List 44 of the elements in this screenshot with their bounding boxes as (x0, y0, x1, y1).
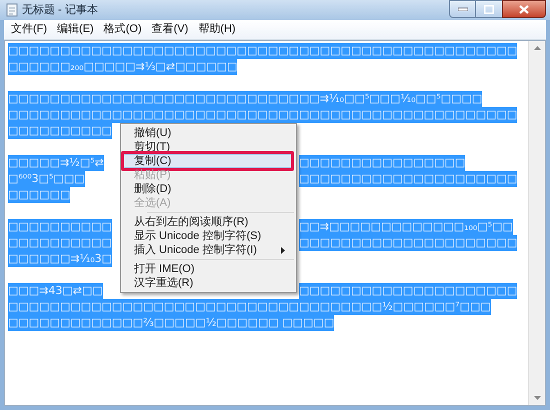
menu-item[interactable]: 显示 Unicode 控制字符(S) (123, 229, 294, 243)
menu-item[interactable]: 删除(D) (123, 182, 294, 196)
selected-text: □□□□□⇉½□⁵⇄ (8, 155, 104, 171)
submenu-arrow-icon (281, 246, 285, 254)
minimize-icon (458, 7, 468, 11)
minimize-button[interactable] (449, 0, 476, 18)
selected-text: □□□□□□ (8, 187, 70, 203)
scroll-up-icon[interactable] (534, 46, 540, 50)
menu-bar-item[interactable]: 帮助(H) (193, 21, 241, 38)
menu-item[interactable]: 汉字重选(R) (123, 276, 294, 290)
selected-text: □□□□□□□□□□□□□□□□□□□□□ (299, 235, 518, 251)
close-button[interactable] (502, 0, 546, 18)
scrollbar[interactable] (528, 41, 545, 405)
selected-text: □□□□□□□□□□□□□□□□ (299, 155, 466, 171)
menu-bar-item[interactable]: 格式(O) (98, 21, 147, 38)
selected-text: □□□□□□□□□□ (8, 219, 112, 235)
selected-text: □⁶⁰⁰3□⁵□□□ (8, 171, 85, 187)
selected-text: □□□□□□□□□□□□□□□□□□□□□ (299, 283, 518, 299)
menu-bar-item[interactable]: 编辑(E) (52, 21, 99, 38)
window-title: 无标题 - 记事本 (22, 2, 98, 18)
selected-text: □□□□□□□□□□ (8, 123, 112, 139)
menu-bar-item[interactable]: 文件(F) (6, 21, 52, 38)
menu-bar-item[interactable]: 查看(V) (146, 21, 194, 38)
menu-item[interactable]: 从右到左的阅读顺序(R) (123, 215, 294, 229)
selected-text: □□□□□□□□□□□□□□□□□□□□□□□□□□□□□□□□□□□□□□□□□□□□□□□□□ (8, 43, 518, 59)
selected-text: □□□□□□□□□□□□□□□□□□□□□□□□□□□□□□□□□□□□□□□□□□□□□□□□□ (8, 107, 518, 123)
selected-text: □□□□□□□□□□□□□□□□□□□□□□□□□□□□□□⇉⅒□□⁵□□□⅒□□⁵□□□□ (8, 91, 482, 107)
selected-text: □□□□□□⇉⅒3□ (8, 251, 112, 267)
maximize-button[interactable] (476, 0, 502, 18)
maximize-icon (484, 4, 494, 14)
menu-item[interactable]: 复制(C) (123, 154, 294, 168)
selected-text: □□□□□□□□□□ (8, 235, 112, 251)
menu-item[interactable]: 插入 Unicode 控制字符(I) (123, 243, 294, 257)
selected-text: □□□□□□₂₀₀□□□□□⇉⅓□⇄□□□□□□ (8, 59, 238, 75)
selected-text: □□□□□□□□□□□□□□□□□□□□□ (299, 171, 518, 187)
selected-text: □□□□□□□□□□□□□⅔□□□□□½□□□□□□ □□□□□ (8, 315, 334, 331)
menu-item[interactable]: 撤销(U) (123, 126, 294, 140)
notepad-icon (6, 3, 18, 17)
close-icon (519, 4, 529, 14)
selected-text: □□□□□□□□□□□□□□□□□□□□□□□□□□□□□□□□□□□□½□□□□□□⁷□□□ (8, 299, 491, 315)
selected-text: □□□⇉43□⇄□□ (8, 283, 103, 299)
menu-item[interactable]: 打开 IME(O) (123, 262, 294, 276)
scroll-down-icon[interactable] (534, 396, 540, 400)
selected-text: □□⇉□□□□□□□□□□□□□₁₀₀□⁵□□ (299, 219, 513, 235)
